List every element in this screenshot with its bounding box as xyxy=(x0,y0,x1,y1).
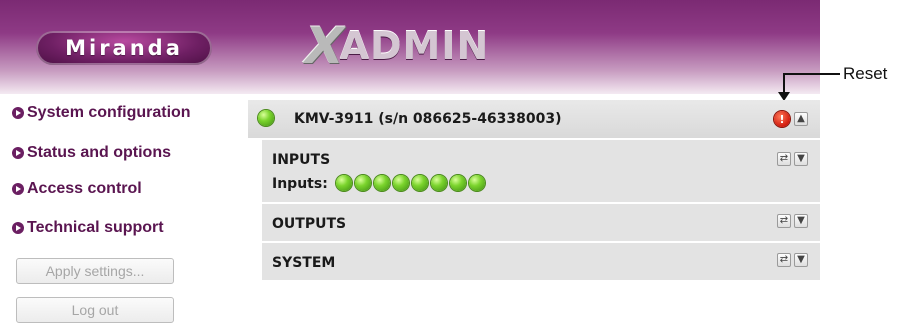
input-4-status-led-icon xyxy=(393,175,409,191)
miranda-logo: Miranda xyxy=(36,31,212,65)
xadmin-logo-admin: ADMIN xyxy=(339,24,490,68)
callout-line xyxy=(784,73,840,75)
expand-button[interactable]: ▼ xyxy=(794,152,808,166)
app-header: Miranda X ADMIN xyxy=(0,0,820,94)
sidebar-item-technical-support[interactable]: Technical support xyxy=(12,219,164,237)
outputs-section[interactable]: OUTPUTS ⇄ ▼ xyxy=(262,202,820,241)
section-title: OUTPUTS xyxy=(272,216,347,232)
input-3-status-led-icon xyxy=(374,175,390,191)
device-title: KMV-3911 (s/n 086625-46338003) xyxy=(294,111,562,127)
sidebar-item-label: Access control xyxy=(27,180,142,197)
sidebar-item-label: System configuration xyxy=(27,104,191,121)
xadmin-logo: X ADMIN xyxy=(299,17,490,75)
input-6-status-led-icon xyxy=(431,175,447,191)
input-8-status-led-icon xyxy=(469,175,485,191)
arrow-bullet-icon xyxy=(12,107,24,119)
sidebar-item-system-configuration[interactable]: System configuration xyxy=(12,104,191,122)
arrow-bullet-icon xyxy=(12,147,24,159)
refresh-icon[interactable]: ⇄ xyxy=(777,214,791,228)
inputs-status-label: Inputs: xyxy=(272,176,328,192)
apply-settings-button[interactable]: Apply settings... xyxy=(16,258,174,284)
reset-button[interactable]: ! xyxy=(774,111,790,127)
input-1-status-led-icon xyxy=(336,175,352,191)
system-section[interactable]: SYSTEM ⇄ ▼ xyxy=(262,241,820,280)
section-title: SYSTEM xyxy=(272,255,336,271)
inputs-section[interactable]: INPUTS ⇄ ▼ xyxy=(262,138,820,202)
log-out-button[interactable]: Log out xyxy=(16,297,174,323)
section-title: INPUTS xyxy=(272,152,331,168)
device-status-led-icon xyxy=(258,110,274,126)
expand-button[interactable]: ▼ xyxy=(794,253,808,267)
arrow-bullet-icon xyxy=(12,183,24,195)
sidebar-item-status-and-options[interactable]: Status and options xyxy=(12,144,171,162)
sidebar-item-access-control[interactable]: Access control xyxy=(12,180,142,198)
sidebar-item-label: Technical support xyxy=(27,219,164,236)
arrow-bullet-icon xyxy=(12,222,24,234)
refresh-icon[interactable]: ⇄ xyxy=(777,152,791,166)
inputs-status-leds xyxy=(336,175,485,191)
sidebar-item-label: Status and options xyxy=(27,144,171,161)
expand-button[interactable]: ▼ xyxy=(794,214,808,228)
input-7-status-led-icon xyxy=(450,175,466,191)
input-2-status-led-icon xyxy=(355,175,371,191)
device-panel-header[interactable]: KMV-3911 (s/n 086625-46338003) ! ▲ xyxy=(248,100,820,138)
input-5-status-led-icon xyxy=(412,175,428,191)
reset-callout-label: Reset xyxy=(843,64,888,83)
collapse-button[interactable]: ▲ xyxy=(794,112,808,126)
refresh-icon[interactable]: ⇄ xyxy=(777,253,791,267)
